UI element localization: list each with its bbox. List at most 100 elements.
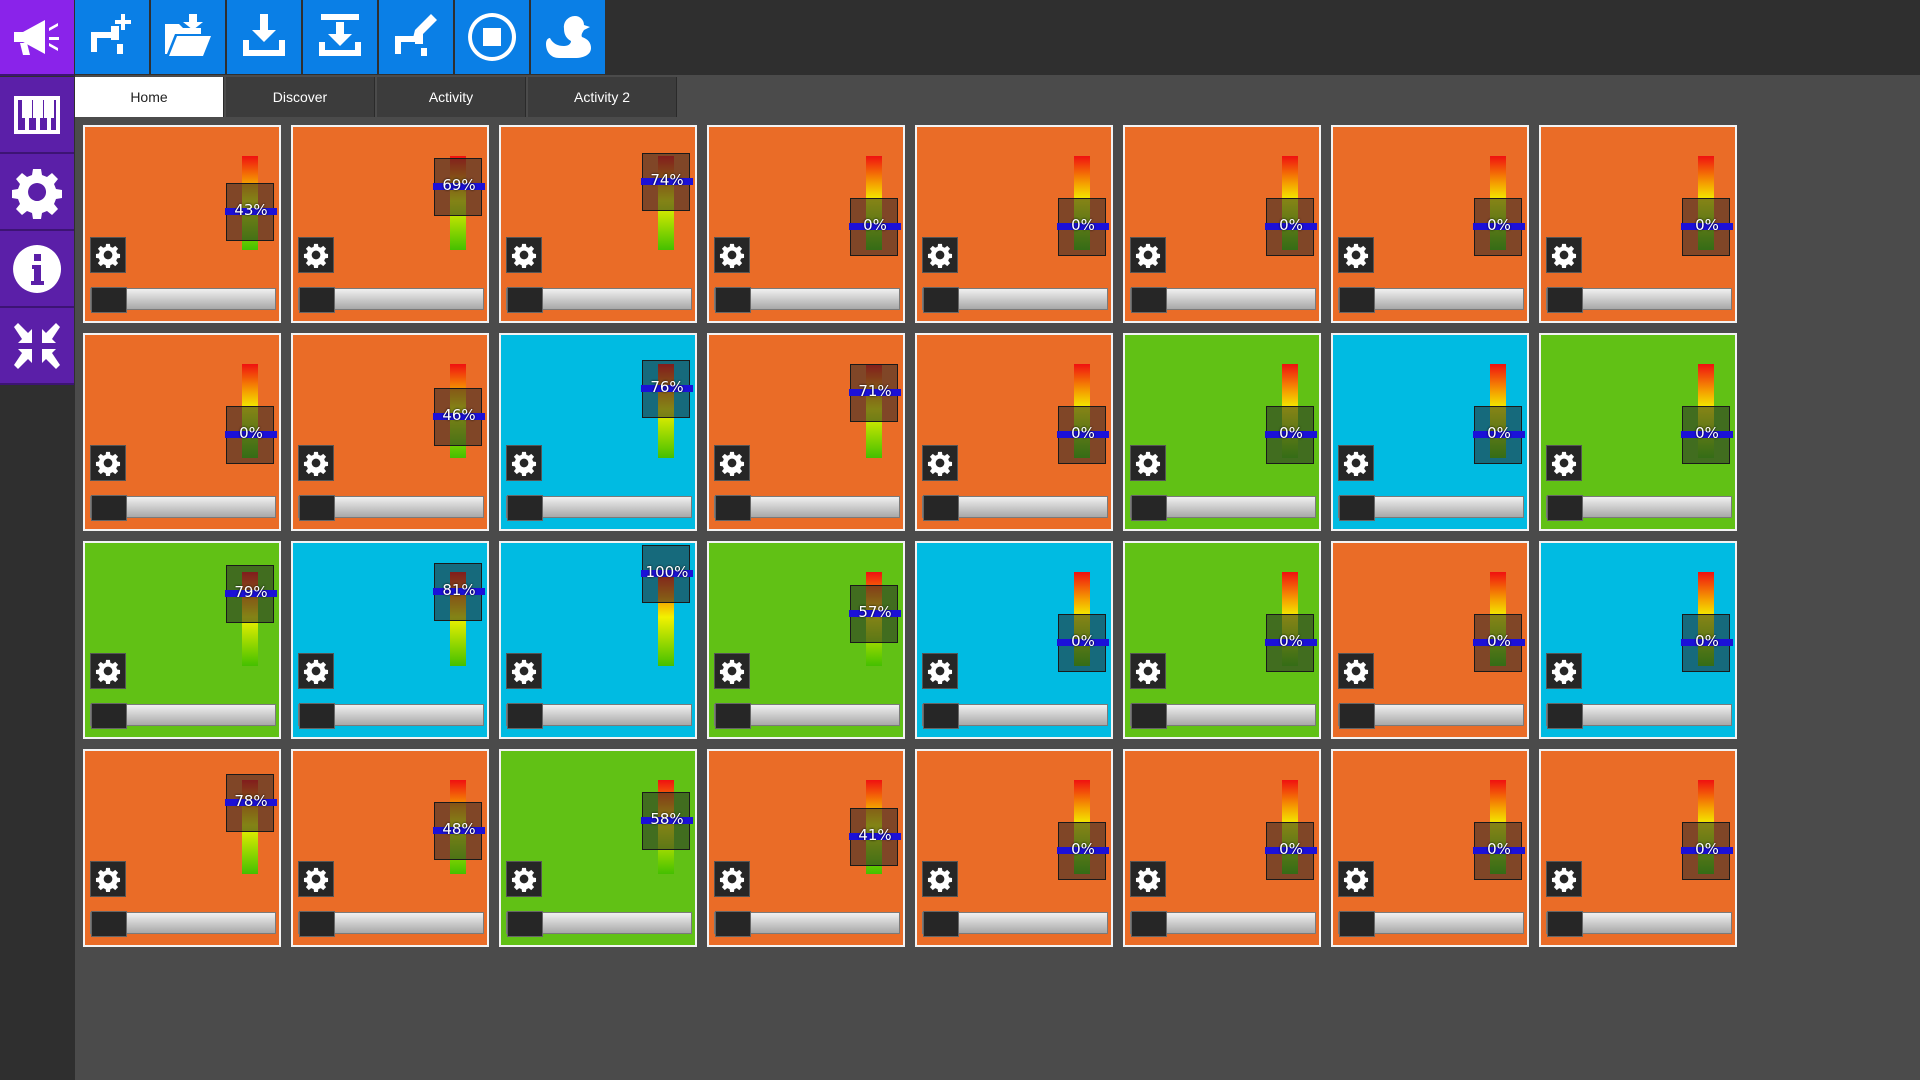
slider-knob[interactable]: [923, 287, 959, 313]
slider-knob[interactable]: [1547, 495, 1583, 521]
slider-knob[interactable]: [1131, 495, 1167, 521]
channel-tile[interactable]: 0%: [1331, 125, 1529, 323]
slider-knob[interactable]: [715, 703, 751, 729]
slider-knob[interactable]: [715, 287, 751, 313]
progress-slider[interactable]: [714, 495, 900, 521]
tile-settings-button[interactable]: [1338, 237, 1374, 273]
progress-slider[interactable]: [1546, 703, 1732, 729]
tile-settings-button[interactable]: [714, 445, 750, 481]
progress-slider[interactable]: [298, 287, 484, 313]
add-button[interactable]: [75, 0, 149, 74]
slider-knob[interactable]: [507, 287, 543, 313]
volume-fader-handle[interactable]: 71%: [849, 364, 901, 423]
channel-tile[interactable]: 0%: [1331, 749, 1529, 947]
tab-activity[interactable]: Activity: [377, 77, 526, 117]
slider-knob[interactable]: [91, 495, 127, 521]
channel-tile[interactable]: 58%: [499, 749, 697, 947]
slider-knob[interactable]: [91, 287, 127, 313]
tile-settings-button[interactable]: [298, 445, 334, 481]
channel-tile[interactable]: 78%: [83, 749, 281, 947]
slider-knob[interactable]: [91, 703, 127, 729]
slider-knob[interactable]: [299, 495, 335, 521]
progress-slider[interactable]: [1338, 495, 1524, 521]
channel-tile[interactable]: 0%: [1123, 125, 1321, 323]
volume-fader-handle[interactable]: 0%: [1473, 614, 1525, 672]
channel-tile[interactable]: 74%: [499, 125, 697, 323]
progress-slider[interactable]: [1130, 495, 1316, 521]
slider-knob[interactable]: [507, 703, 543, 729]
progress-slider[interactable]: [506, 495, 692, 521]
tile-settings-button[interactable]: [922, 445, 958, 481]
tile-settings-button[interactable]: [90, 237, 126, 273]
volume-fader-handle[interactable]: 0%: [1681, 614, 1733, 672]
channel-tile[interactable]: 0%: [1539, 541, 1737, 739]
volume-fader-handle[interactable]: 0%: [1057, 198, 1109, 256]
slider-knob[interactable]: [299, 911, 335, 937]
tile-settings-button[interactable]: [506, 653, 542, 689]
tile-settings-button[interactable]: [714, 653, 750, 689]
slider-knob[interactable]: [715, 495, 751, 521]
progress-slider[interactable]: [298, 911, 484, 937]
tile-settings-button[interactable]: [1130, 237, 1166, 273]
channel-tile[interactable]: 0%: [83, 333, 281, 531]
channel-tile[interactable]: 0%: [1123, 541, 1321, 739]
slider-knob[interactable]: [299, 703, 335, 729]
volume-fader-handle[interactable]: 48%: [433, 801, 485, 860]
progress-slider[interactable]: [90, 495, 276, 521]
progress-slider[interactable]: [1546, 495, 1732, 521]
slider-knob[interactable]: [1339, 287, 1375, 313]
progress-slider[interactable]: [922, 911, 1108, 937]
volume-fader-handle[interactable]: 0%: [849, 198, 901, 256]
tab-activity-2[interactable]: Activity 2: [528, 77, 677, 117]
volume-fader-handle[interactable]: 0%: [1265, 822, 1317, 880]
tile-settings-button[interactable]: [714, 237, 750, 273]
duck-button[interactable]: [531, 0, 605, 74]
progress-slider[interactable]: [714, 287, 900, 313]
volume-fader-handle[interactable]: 57%: [849, 585, 901, 644]
volume-fader-handle[interactable]: 0%: [1681, 822, 1733, 880]
stop-button[interactable]: [455, 0, 529, 74]
slider-knob[interactable]: [1339, 495, 1375, 521]
tile-settings-button[interactable]: [1546, 445, 1582, 481]
channel-tile[interactable]: 0%: [915, 749, 1113, 947]
tile-settings-button[interactable]: [1338, 861, 1374, 897]
volume-fader-handle[interactable]: 41%: [849, 808, 901, 867]
volume-fader-handle[interactable]: 0%: [1473, 822, 1525, 880]
slider-knob[interactable]: [923, 911, 959, 937]
progress-slider[interactable]: [1546, 287, 1732, 313]
edit-button[interactable]: [379, 0, 453, 74]
channel-tile[interactable]: 48%: [291, 749, 489, 947]
tile-settings-button[interactable]: [714, 861, 750, 897]
tile-settings-button[interactable]: [90, 861, 126, 897]
volume-fader-handle[interactable]: 0%: [1057, 614, 1109, 672]
progress-slider[interactable]: [1546, 911, 1732, 937]
channel-tile[interactable]: 100%: [499, 541, 697, 739]
channel-tile[interactable]: 76%: [499, 333, 697, 531]
channel-tile[interactable]: 69%: [291, 125, 489, 323]
volume-fader-handle[interactable]: 0%: [1473, 406, 1525, 464]
open-button[interactable]: [151, 0, 225, 74]
channel-tile[interactable]: 0%: [1539, 749, 1737, 947]
slider-knob[interactable]: [1547, 911, 1583, 937]
progress-slider[interactable]: [298, 703, 484, 729]
tile-settings-button[interactable]: [1546, 653, 1582, 689]
channel-tile[interactable]: 43%: [83, 125, 281, 323]
progress-slider[interactable]: [1338, 287, 1524, 313]
announce-button[interactable]: [0, 0, 74, 76]
slider-knob[interactable]: [1547, 703, 1583, 729]
settings-button[interactable]: [0, 154, 74, 231]
channel-tile[interactable]: 57%: [707, 541, 905, 739]
channel-tile[interactable]: 0%: [915, 541, 1113, 739]
channel-tile[interactable]: 0%: [915, 333, 1113, 531]
tile-settings-button[interactable]: [506, 445, 542, 481]
progress-slider[interactable]: [1130, 287, 1316, 313]
channel-tile[interactable]: 0%: [1539, 333, 1737, 531]
channel-tile[interactable]: 0%: [1123, 333, 1321, 531]
slider-knob[interactable]: [1131, 287, 1167, 313]
volume-fader-handle[interactable]: 0%: [1265, 406, 1317, 464]
channel-tile[interactable]: 71%: [707, 333, 905, 531]
tab-home[interactable]: Home: [75, 77, 224, 117]
channel-tile[interactable]: 0%: [1331, 333, 1529, 531]
slider-knob[interactable]: [1339, 911, 1375, 937]
progress-slider[interactable]: [714, 703, 900, 729]
